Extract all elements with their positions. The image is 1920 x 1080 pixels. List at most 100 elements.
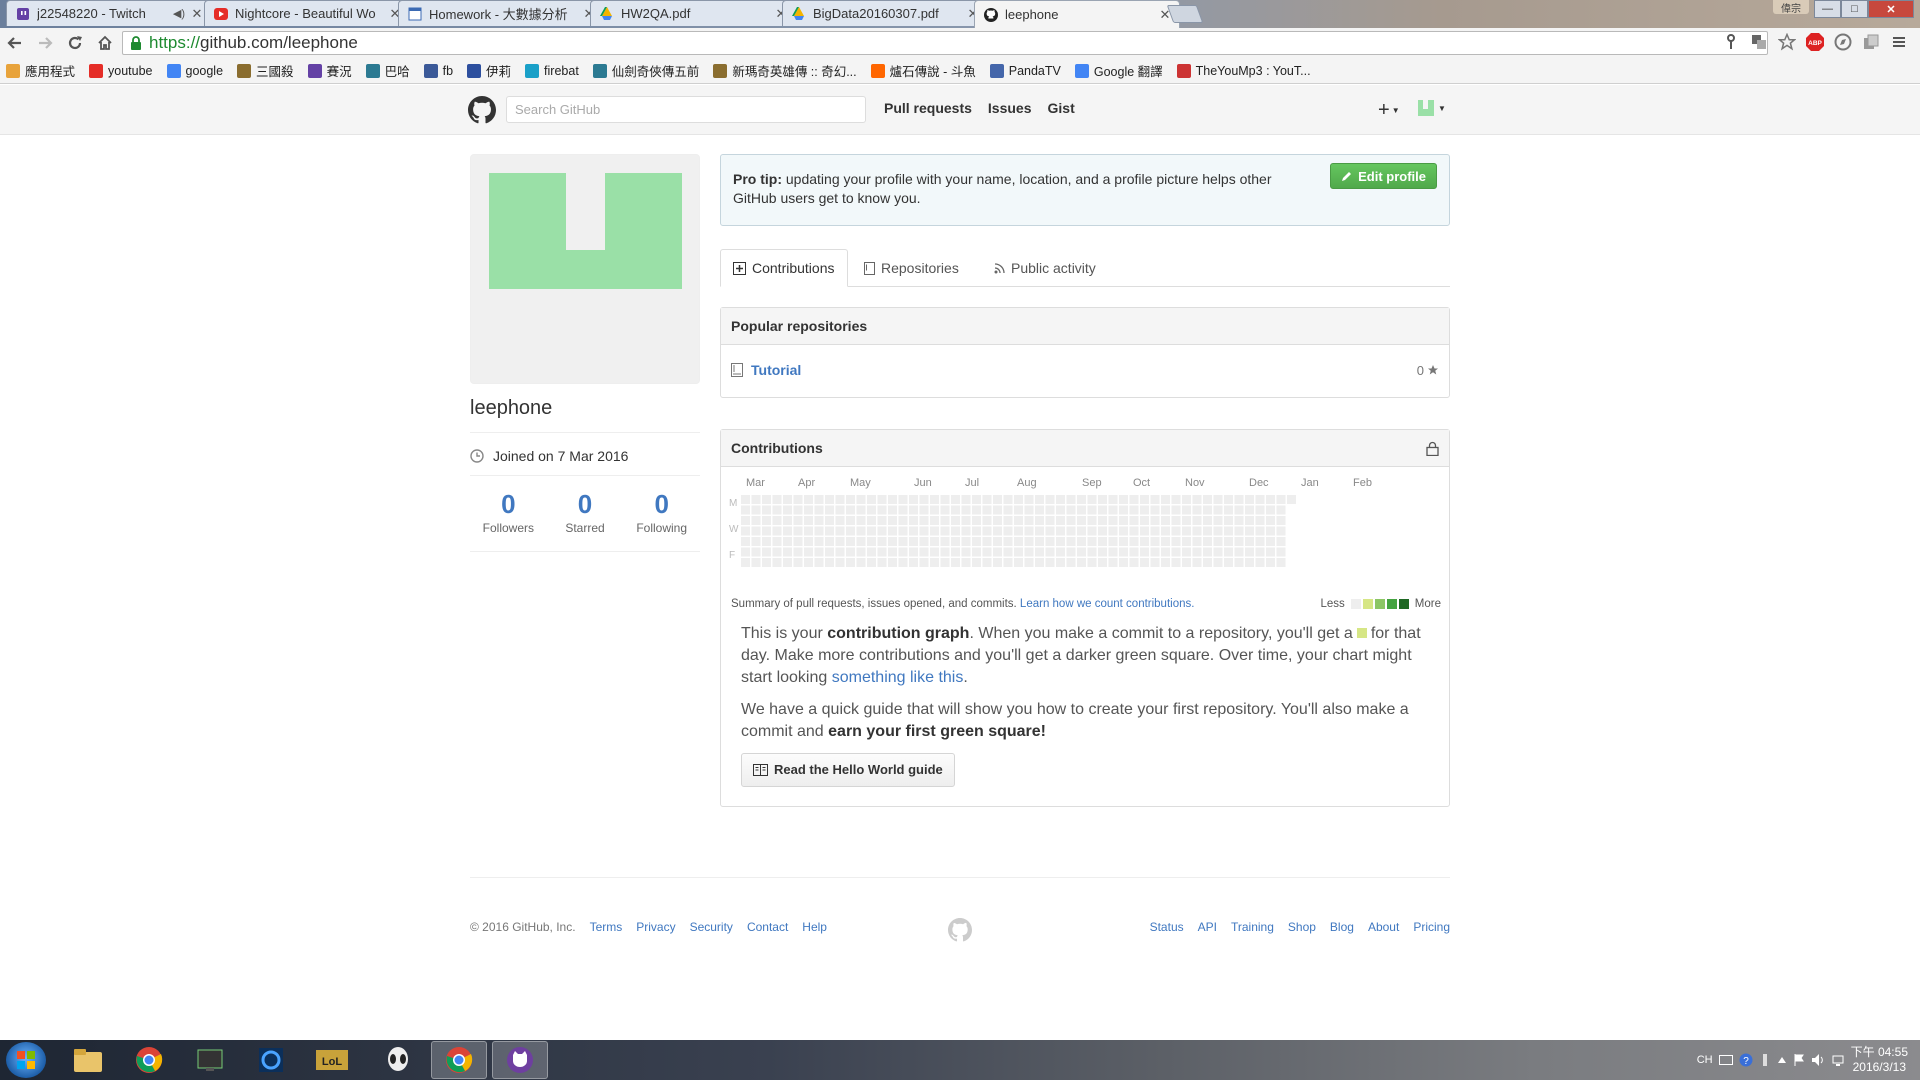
taskbar-chrome-active[interactable] [431,1041,487,1079]
home-icon[interactable] [90,28,120,58]
hello-world-guide-button[interactable]: Read the Hello World guide [741,753,955,787]
repo-name[interactable]: Tutorial [751,362,801,378]
footer-link-terms[interactable]: Terms [590,920,623,934]
github-logo-icon[interactable] [468,96,496,124]
tab-twitch[interactable]: j22548220 - Twitch ◀) ✕ [6,0,212,26]
adblock-icon[interactable]: ABP [1804,31,1826,53]
forward-arrow-icon[interactable] [30,28,60,58]
contribution-day [1098,526,1107,536]
bookmark-item[interactable]: 賽況 [307,61,352,80]
search-input[interactable] [506,96,866,123]
bookmark-item[interactable]: PandaTV [989,63,1061,78]
repo-row[interactable]: Tutorial 0 [721,345,1449,395]
taskbar-app-github[interactable] [492,1041,548,1079]
footer-link-api[interactable]: API [1198,920,1217,934]
maximize-icon[interactable]: □ [1841,0,1868,18]
nav-gist[interactable]: Gist [1048,100,1075,116]
nav-pull-requests[interactable]: Pull requests [884,100,972,116]
contribution-day [1245,547,1254,557]
network-icon[interactable] [1831,1053,1845,1067]
stat-followers[interactable]: 0 Followers [470,490,547,535]
browser-profile-name[interactable]: 偉宗 [1773,0,1809,15]
footer-link-pricing[interactable]: Pricing [1413,920,1450,934]
bookmark-item[interactable]: 新瑪奇英雄傳 :: 奇幻... [713,61,857,80]
bookmark-item[interactable]: youtube [89,63,153,78]
close-icon[interactable]: ✕ [191,6,203,22]
bookmark-item[interactable]: 應用程式 [6,61,75,80]
tab-nightcore[interactable]: Nightcore - Beautiful Wo ✕ [204,0,410,26]
address-bar[interactable]: https://github.com/leephone [122,31,1768,55]
footer-link-privacy[interactable]: Privacy [636,920,675,934]
bookmark-item[interactable]: 巴哈 [365,61,410,80]
speaker-icon[interactable]: ◀) [173,7,185,20]
lock-icon[interactable] [1426,441,1439,456]
copy-icon[interactable] [1860,31,1882,53]
new-tab-button[interactable] [1166,5,1204,23]
stat-following[interactable]: 0 Following [623,490,700,535]
bookmark-item[interactable]: firebat [525,63,579,78]
footer-link-help[interactable]: Help [802,920,827,934]
contribution-day [1192,526,1202,536]
footer-link-training[interactable]: Training [1231,920,1274,934]
nav-issues[interactable]: Issues [988,100,1032,116]
chevron-up-icon[interactable] [1777,1056,1787,1064]
taskbar-app-battlenet[interactable] [243,1041,299,1079]
bookmark-item[interactable]: TheYouMp3 : YouT... [1176,63,1311,78]
contribution-day [1045,495,1055,504]
clock[interactable]: 下午 04:55 2016/3/13 [1851,1045,1908,1075]
tab-homework[interactable]: Homework - 大數據分析 ✕ [398,0,604,26]
language-indicator[interactable]: CH [1697,1054,1713,1066]
tab-public-activity[interactable]: Public activity [982,249,1108,287]
tab-leephone[interactable]: leephone ✕ [974,0,1180,28]
minimize-icon[interactable]: — [1814,0,1841,18]
reload-icon[interactable] [60,28,90,58]
footer-link-shop[interactable]: Shop [1288,920,1316,934]
keyboard-icon[interactable] [1718,1055,1733,1065]
tab-hw2qa[interactable]: HW2QA.pdf ✕ [590,0,796,26]
taskbar-app-razer[interactable] [182,1041,238,1079]
user-menu[interactable]: ▼ [1418,100,1446,116]
bookmark-item[interactable]: 伊莉 [467,61,511,80]
translate-icon[interactable] [1748,31,1770,53]
tab-contributions[interactable]: Contributions [720,249,848,287]
footer-link-status[interactable]: Status [1150,920,1184,934]
start-button[interactable] [6,1042,46,1078]
flag-icon[interactable] [1793,1053,1805,1067]
contribution-day [919,505,929,515]
back-arrow-icon[interactable] [0,28,30,58]
bookmark-item[interactable]: 爐石傳說 - 斗魚 [870,61,976,80]
bookmark-item[interactable]: Google 翻譯 [1074,61,1163,80]
key-icon[interactable] [1720,31,1742,53]
create-new-menu[interactable]: + ▼ [1378,99,1400,122]
bookmark-item[interactable]: 仙劍奇俠傳五前 [592,61,699,80]
footer-link-blog[interactable]: Blog [1330,920,1354,934]
close-window-icon[interactable]: ✕ [1868,0,1914,18]
footer-link-about[interactable]: About [1368,920,1399,934]
contribution-day [1171,526,1181,536]
example-graph-link[interactable]: something like this [832,669,964,686]
repo-stars: 0 [1417,363,1439,378]
stat-starred[interactable]: 0 Starred [547,490,624,535]
footer-link-contact[interactable]: Contact [747,920,788,934]
tab-bigdata[interactable]: BigData20160307.pdf ✕ [782,0,988,26]
settings-icon[interactable] [1759,1053,1771,1067]
learn-contributions-link[interactable]: Learn how we count contributions. [1020,598,1195,610]
taskbar-chrome[interactable] [121,1041,177,1079]
footer-link-security[interactable]: Security [690,920,733,934]
taskbar-app-foobar[interactable] [370,1041,426,1079]
bookmark-item[interactable]: google [166,63,223,78]
volume-icon[interactable] [1811,1053,1825,1067]
github-mark-icon[interactable] [948,918,972,942]
bookmark-item[interactable]: fb [423,63,453,78]
tab-repositories[interactable]: Repositories [852,249,971,287]
contribution-day [1224,505,1233,515]
taskbar-explorer[interactable] [60,1041,116,1079]
edit-profile-button[interactable]: Edit profile [1330,163,1437,189]
compass-icon[interactable] [1832,31,1854,53]
chevron-down-icon: ▼ [1391,106,1400,115]
star-icon[interactable] [1776,31,1798,53]
taskbar-app-lol[interactable]: LoL [304,1041,360,1079]
help-icon[interactable]: ? [1739,1053,1753,1067]
bookmark-item[interactable]: 三國殺 [237,61,294,80]
menu-icon[interactable] [1888,31,1910,53]
